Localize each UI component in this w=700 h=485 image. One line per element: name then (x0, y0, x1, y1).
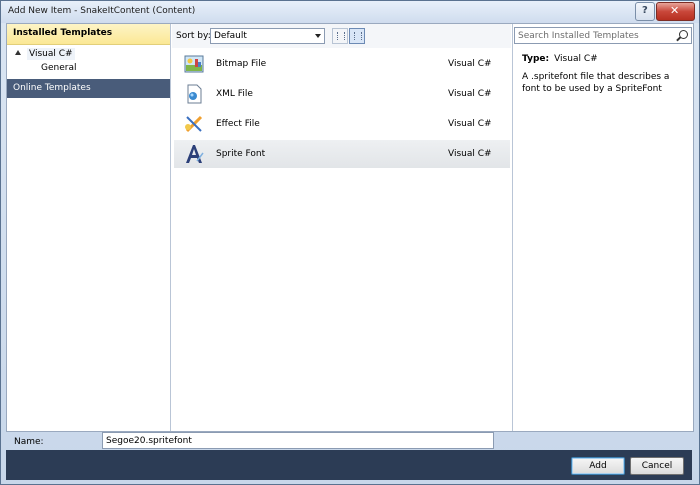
item-name: Effect File (216, 119, 260, 129)
chevron-down-icon (315, 34, 321, 38)
item-language: Visual C# (448, 149, 492, 159)
bitmap-icon (184, 55, 204, 73)
list-item-effect-file[interactable]: Effect File Visual C# (174, 110, 510, 138)
help-button[interactable]: ? (635, 2, 655, 21)
item-name: Bitmap File (216, 59, 267, 69)
add-button-label: Add (589, 461, 607, 471)
window-title: Add New Item - SnakeItContent (Content) (8, 6, 196, 16)
item-name: XML File (216, 89, 253, 99)
type-line: Type: Visual C# (522, 54, 598, 64)
title-bar: Add New Item - SnakeItContent (Content) … (1, 1, 699, 23)
installed-templates-label: Installed Templates (13, 28, 113, 38)
item-language: Visual C# (448, 119, 492, 129)
cancel-button-label: Cancel (641, 461, 673, 471)
template-description: A .spritefont file that describes a font… (522, 72, 670, 94)
name-label: Name: (14, 437, 44, 447)
sort-by-value: Default (214, 31, 247, 41)
template-list-pane: Sort by: Default Bitmap File Visual C# X… (172, 24, 511, 431)
item-language: Visual C# (448, 89, 492, 99)
list-item-sprite-font[interactable]: Sprite Font Visual C# (174, 140, 510, 168)
sort-by-select[interactable]: Default (210, 28, 325, 44)
tree-item-label: Visual C# (27, 48, 75, 60)
cancel-button[interactable]: Cancel (630, 457, 684, 475)
tree-item-general[interactable]: General (41, 63, 76, 73)
item-name: Sprite Font (216, 149, 266, 159)
dialog-content: Installed Templates Visual C# General On… (6, 23, 694, 432)
close-icon: ✕ (670, 4, 680, 17)
list-item-xml-file[interactable]: XML File Visual C# (174, 80, 510, 108)
sort-by-label: Sort by: (176, 31, 211, 41)
medium-icons-icon (354, 32, 362, 40)
item-language: Visual C# (448, 59, 492, 69)
details-pane: Search Installed Templates Type: Visual C… (512, 24, 694, 431)
search-input[interactable]: Search Installed Templates (514, 27, 692, 44)
help-icon: ? (642, 5, 648, 16)
template-tree-pane: Installed Templates Visual C# General On… (7, 24, 171, 431)
add-button[interactable]: Add (571, 457, 625, 475)
collapse-arrow-icon[interactable] (15, 50, 21, 55)
search-placeholder: Search Installed Templates (518, 31, 639, 41)
installed-templates-header[interactable]: Installed Templates (7, 24, 170, 45)
medium-icons-view-button[interactable] (349, 28, 365, 44)
name-input[interactable]: Segoe20.spritefont (102, 432, 494, 449)
list-item-bitmap-file[interactable]: Bitmap File Visual C# (174, 50, 510, 78)
close-button[interactable]: ✕ (656, 2, 695, 21)
tree-item-visual-csharp[interactable]: Visual C# (15, 48, 75, 60)
small-icons-icon (337, 32, 345, 40)
type-value: Visual C# (554, 54, 598, 64)
online-templates-header[interactable]: Online Templates (7, 79, 170, 98)
effect-icon (185, 115, 203, 133)
type-label: Type: (522, 54, 550, 64)
search-icon[interactable] (679, 30, 688, 39)
online-templates-label: Online Templates (13, 83, 91, 93)
list-toolbar: Sort by: Default (172, 24, 511, 48)
sprite-font-icon (186, 145, 204, 163)
name-input-value: Segoe20.spritefont (106, 436, 192, 446)
small-icons-view-button[interactable] (332, 28, 348, 44)
xml-icon (187, 84, 202, 104)
